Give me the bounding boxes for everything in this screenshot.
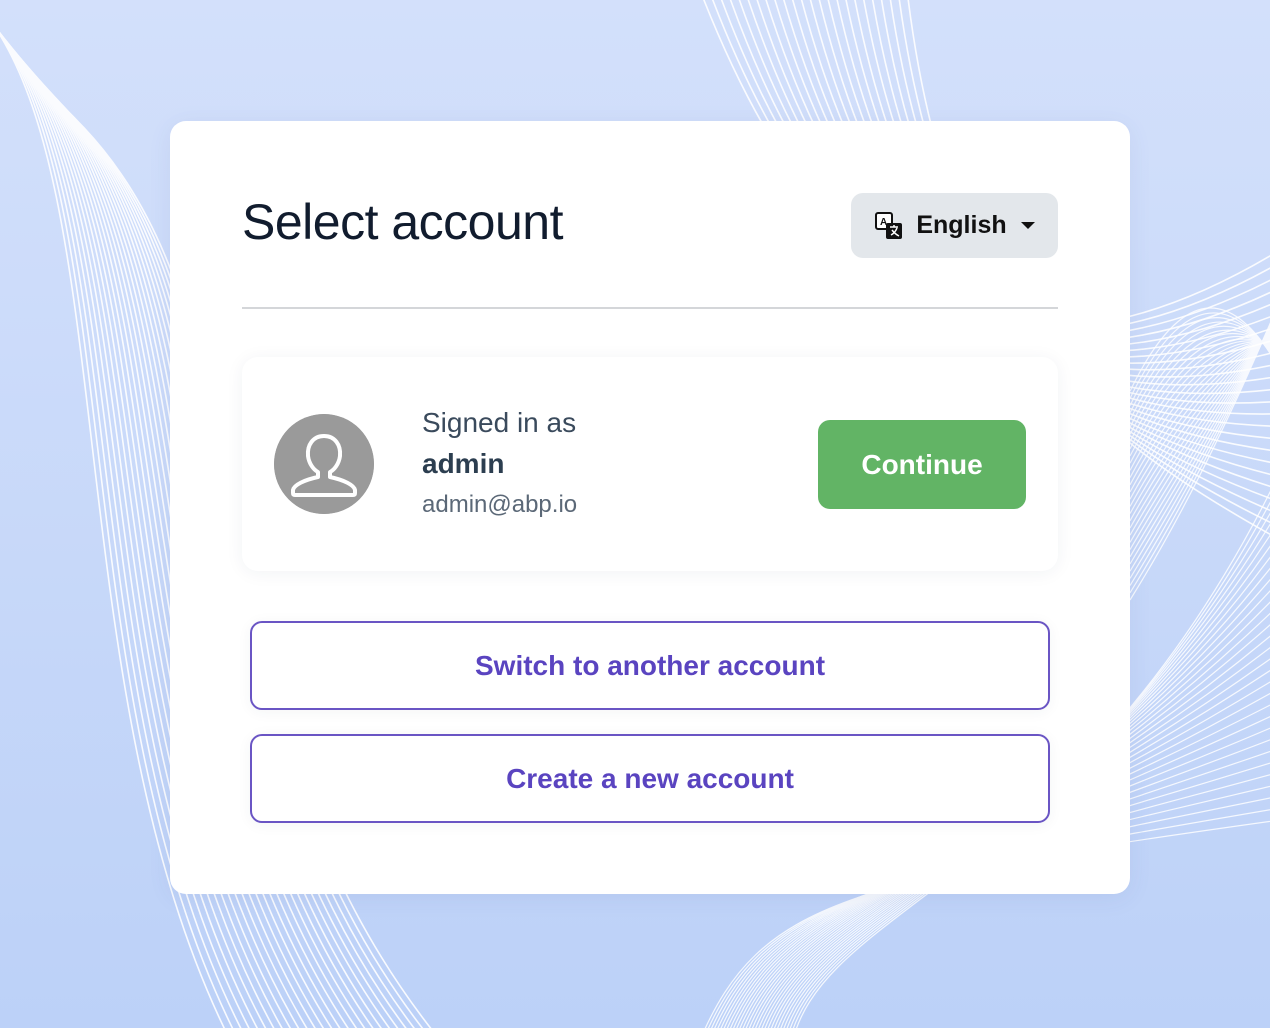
chevron-down-icon	[1020, 222, 1035, 229]
current-account-panel: Signed in as admin admin@abp.io Continue	[242, 357, 1058, 571]
switch-account-button[interactable]: Switch to another account	[250, 621, 1050, 710]
card-header: Select account A English	[242, 193, 1058, 309]
translate-icon: A	[875, 211, 903, 239]
continue-button[interactable]: Continue	[818, 420, 1026, 509]
person-icon	[274, 414, 374, 514]
select-account-card: Select account A English Signed in as ad…	[170, 121, 1130, 894]
username: admin	[422, 448, 505, 479]
account-info: Signed in as admin admin@abp.io	[422, 403, 577, 525]
login-page: Select account A English Signed in as ad…	[0, 0, 1270, 1028]
user-avatar-icon	[274, 414, 374, 514]
language-dropdown-button[interactable]: A English	[851, 193, 1058, 258]
language-label: English	[916, 211, 1007, 239]
create-account-button[interactable]: Create a new account	[250, 734, 1050, 823]
page-title: Select account	[242, 194, 563, 250]
signed-in-label: Signed in as	[422, 407, 577, 438]
user-email: admin@abp.io	[422, 491, 578, 518]
